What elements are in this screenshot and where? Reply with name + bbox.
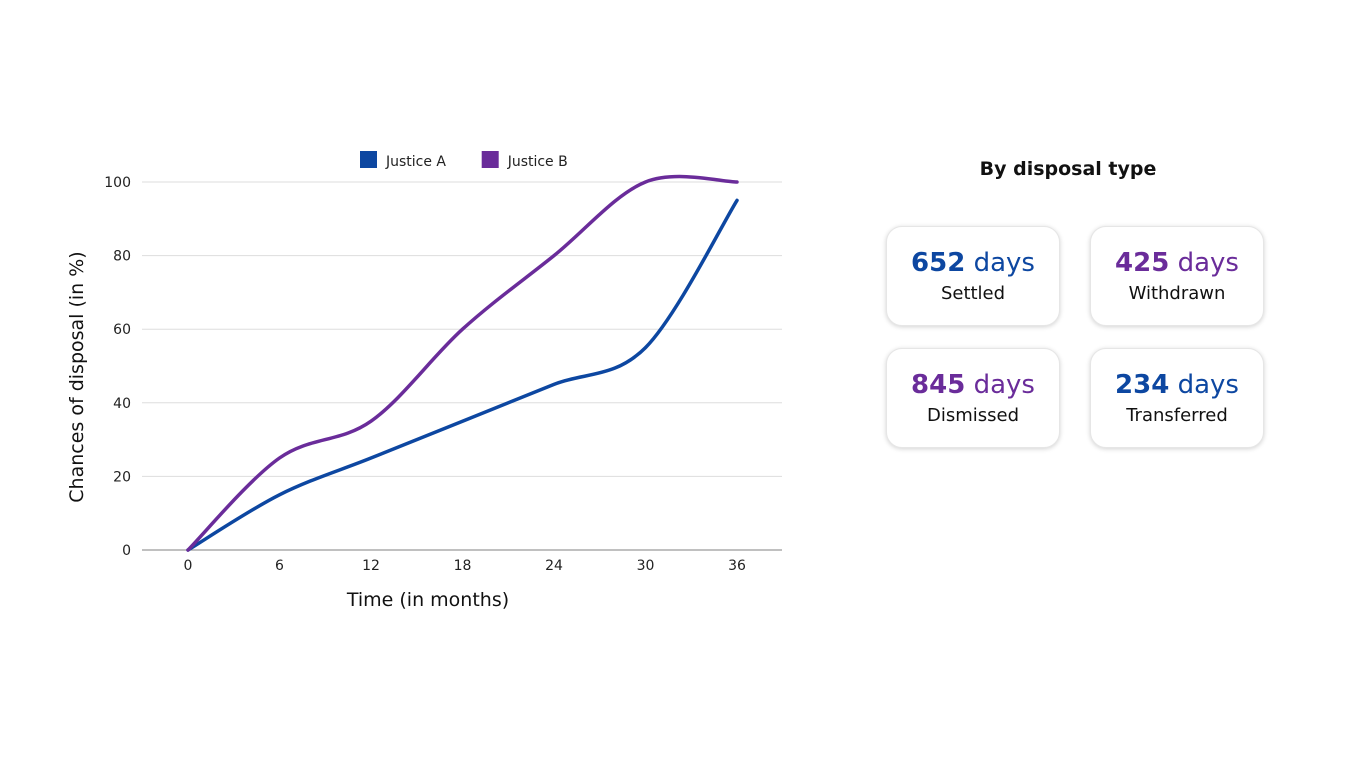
legend-swatch [481,151,499,168]
series-line-justice-a [186,198,739,552]
panel-title: By disposal type [979,158,1157,180]
y-tick-label: 20 [113,469,131,485]
x-tick-label: 12 [362,558,380,574]
disposal-card-transferred: 234 days Transferred [1090,348,1264,448]
x-tick-label: 36 [728,558,746,574]
card-label: Withdrawn [1128,283,1226,304]
card-label: Settled [940,283,1006,304]
card-number: 234 [1115,370,1170,400]
legend-swatch [360,151,377,168]
card-number: 425 [1115,248,1170,278]
axes: 0 20 40 60 80 100 0 6 12 18 24 30 36 [104,175,782,574]
y-tick-label: 0 [122,543,131,559]
legend-label: Justice A [385,154,446,170]
legend-label: Justice B [507,154,568,170]
x-axis-title: Time (in months) [346,589,509,611]
x-tick-label: 18 [454,558,472,574]
y-tick-label: 40 [113,396,131,412]
disposal-card-dismissed: 845 days Dismissed [886,348,1060,448]
card-label: Dismissed [926,405,1020,426]
card-value: 845 days [887,369,1059,401]
card-unit: days [1177,248,1239,278]
y-tick-label: 80 [113,249,131,265]
chart-legend: Justice A Justice B [360,151,568,170]
card-unit: days [973,248,1035,278]
series-line-justice-b [186,174,739,552]
x-tick-label: 0 [184,558,193,574]
disposal-card-settled: 652 days Settled [886,226,1060,326]
card-unit: days [973,370,1035,400]
disposal-card-withdrawn: 425 days Withdrawn [1090,226,1264,326]
card-label: Transferred [1126,405,1228,426]
card-value: 652 days [887,247,1059,279]
card-number: 845 [911,370,966,400]
y-tick-label: 60 [113,322,131,338]
x-tick-label: 30 [637,558,655,574]
card-unit: days [1177,370,1239,400]
legend-item-justice-b: Justice B [481,151,568,170]
y-axis-title: Chances of disposal (in %) [66,251,88,502]
x-tick-label: 6 [275,558,284,574]
legend-item-justice-a: Justice A [360,151,446,170]
y-tick-label: 100 [104,175,131,191]
line-chart: 0204060801000 6 12 18 24 30 36 Justice A Justic… [66,151,782,611]
card-number: 652 [911,248,966,278]
x-tick-label: 24 [545,558,563,574]
card-value: 234 days [1091,369,1263,401]
card-value: 425 days [1091,247,1263,279]
series-lines [186,174,739,552]
